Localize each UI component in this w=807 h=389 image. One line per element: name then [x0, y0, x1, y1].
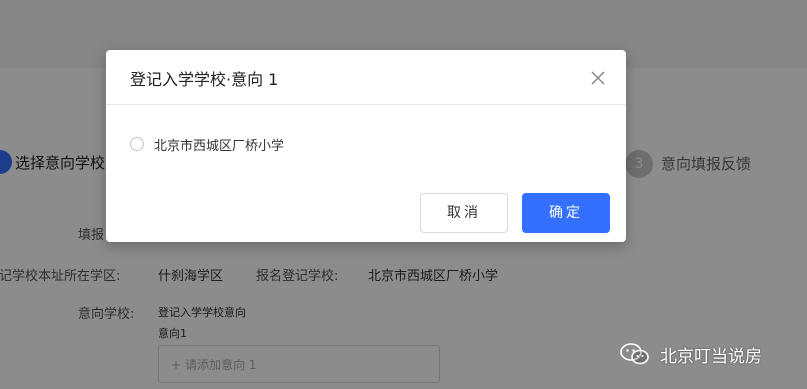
radio-button[interactable]: [130, 137, 144, 151]
watermark-text: 北京叮当说房: [660, 347, 762, 367]
close-icon[interactable]: [586, 64, 610, 88]
dialog-title: 登记入学学校·意向 1: [130, 70, 279, 89]
wechat-icon: [620, 343, 649, 365]
confirm-button[interactable]: 确定: [522, 193, 610, 233]
cancel-button[interactable]: 取消: [420, 193, 508, 233]
school-option-label: 北京市西城区厂桥小学: [154, 139, 285, 154]
dialog-header: 登记入学学校·意向 1: [106, 50, 626, 105]
select-school-dialog: 登记入学学校·意向 1 北京市西城区厂桥小学 取消 确定: [106, 50, 626, 242]
